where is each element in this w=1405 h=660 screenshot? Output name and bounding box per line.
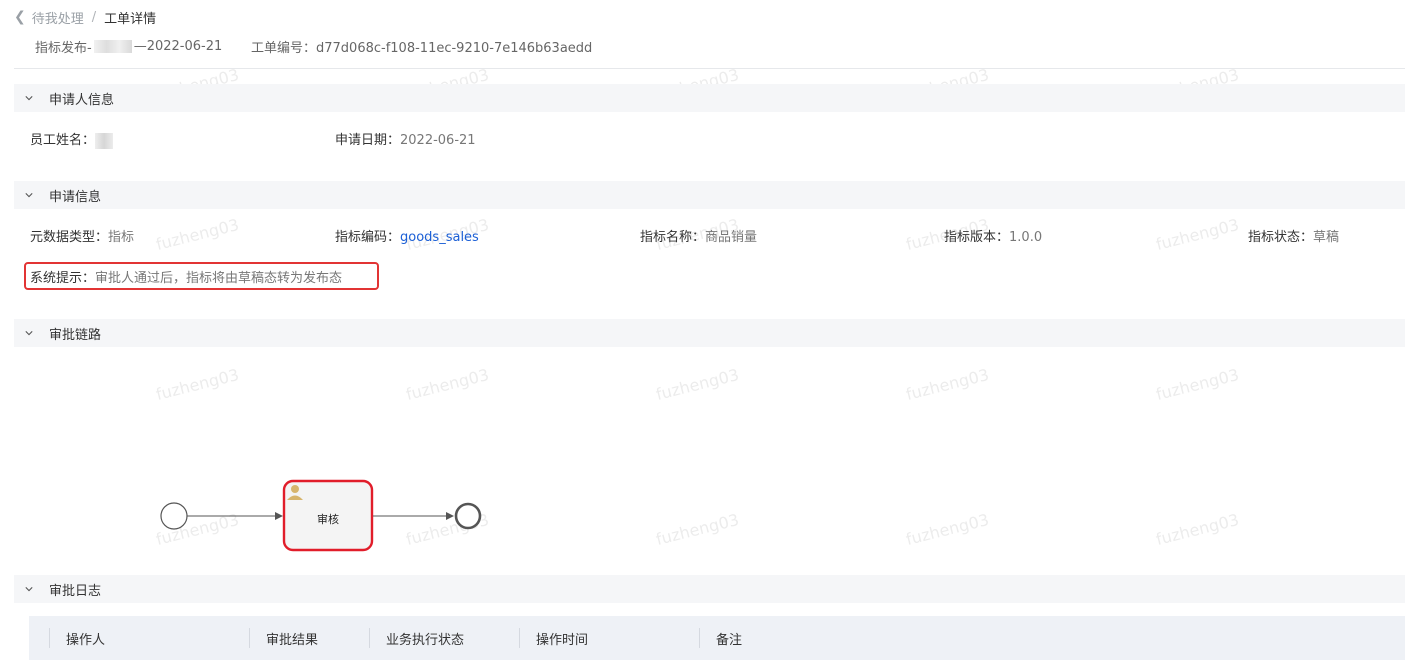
order-number-value: d77d068c-f108-11ec-9210-7e146b63aedd: [316, 41, 593, 56]
watermark-text: fuzheng03: [1153, 215, 1241, 254]
section-header-application[interactable]: 申请信息: [14, 181, 1405, 209]
column-separator: [519, 628, 520, 648]
breadcrumb: ❮ 待我处理 / 工单详情: [14, 7, 156, 27]
section-title: 申请人信息: [49, 92, 115, 108]
page-title: 指标发布- —2022-06-21: [35, 37, 222, 56]
field-metric-name: 指标名称：商品销量: [640, 226, 757, 245]
column-header-operator: 操作人: [66, 632, 106, 648]
column-header-result: 审批结果: [266, 632, 319, 648]
section-header-approval-chain[interactable]: 审批链路: [14, 319, 1405, 347]
column-header-time: 操作时间: [536, 632, 589, 648]
end-event[interactable]: [454, 502, 482, 530]
order-number-label: 工单编号：: [251, 41, 317, 56]
field-metric-status: 指标状态：草稿: [1248, 226, 1339, 245]
metric-code-link[interactable]: goods_sales: [400, 230, 479, 245]
masked-employee-name: [95, 132, 114, 149]
header-divider: [14, 68, 1405, 69]
log-table-header: 操作人 审批结果 业务执行状态 操作时间 备注: [29, 616, 1405, 660]
field-label: 指标名称：: [640, 230, 706, 245]
column-separator: [249, 628, 250, 648]
breadcrumb-separator: /: [91, 9, 97, 25]
title-prefix: 指标发布-: [35, 41, 92, 56]
masked-name: [93, 40, 132, 53]
field-value: 商品销量: [705, 230, 758, 245]
chevron-down-icon: [25, 193, 33, 198]
field-metadata-type: 元数据类型：指标: [30, 226, 134, 245]
field-metric-code: 指标编码：goods_sales: [335, 226, 479, 245]
field-value: 1.0.0: [1009, 230, 1043, 245]
watermark-text: fuzheng03: [1153, 510, 1241, 549]
watermark-text: fuzheng03: [903, 365, 991, 404]
section-title: 审批日志: [49, 583, 102, 599]
watermark-text: fuzheng03: [153, 365, 241, 404]
chevron-down-icon: [25, 587, 33, 592]
chevron-down-icon: [25, 96, 33, 101]
task-label: 审核: [317, 512, 339, 526]
field-label: 元数据类型：: [30, 230, 109, 245]
title-suffix: —2022-06-21: [133, 39, 223, 54]
watermark-text: fuzheng03: [653, 510, 741, 549]
field-metric-version: 指标版本：1.0.0: [944, 226, 1042, 245]
breadcrumb-item-current: 工单详情: [104, 11, 157, 27]
watermark-text: fuzheng03: [153, 215, 241, 254]
watermark-text: fuzheng03: [403, 365, 491, 404]
field-value: 草稿: [1313, 230, 1340, 245]
column-separator: [699, 628, 700, 648]
chevron-down-icon: [25, 331, 33, 336]
column-header-exec-status: 业务执行状态: [386, 632, 465, 648]
chevron-left-icon[interactable]: ❮: [14, 9, 26, 25]
field-value: 指标: [108, 230, 135, 245]
field-value: 2022-06-21: [400, 133, 476, 148]
hint-label: 系统提示：: [30, 270, 96, 286]
order-number: 工单编号：d77d068c-f108-11ec-9210-7e146b63aed…: [251, 37, 592, 56]
hint-text: 审批人通过后，指标将由草稿态转为发布态: [95, 270, 343, 286]
section-header-approval-log[interactable]: 审批日志: [14, 575, 1405, 603]
column-separator: [369, 628, 370, 648]
watermark-text: fuzheng03: [653, 365, 741, 404]
section-header-applicant[interactable]: 申请人信息: [14, 84, 1405, 112]
field-employee-name: 员工姓名：: [30, 129, 114, 149]
system-hint: 系统提示： 审批人通过后，指标将由草稿态转为发布态: [24, 262, 379, 290]
field-label: 指标状态：: [1248, 230, 1314, 245]
section-title: 申请信息: [49, 189, 102, 205]
field-apply-date: 申请日期：2022-06-21: [335, 129, 476, 148]
column-separator: [49, 628, 50, 648]
start-event[interactable]: [160, 502, 188, 530]
field-label: 指标编码：: [335, 230, 401, 245]
section-title: 审批链路: [49, 327, 102, 343]
field-label: 申请日期：: [335, 133, 401, 148]
watermark-text: fuzheng03: [1153, 365, 1241, 404]
approval-flow-diagram: 审核: [160, 479, 482, 552]
field-label: 员工姓名：: [30, 133, 96, 148]
column-header-remark: 备注: [716, 632, 743, 648]
watermark-text: fuzheng03: [903, 510, 991, 549]
breadcrumb-item-pending[interactable]: 待我处理: [32, 8, 84, 27]
field-label: 指标版本：: [944, 230, 1010, 245]
